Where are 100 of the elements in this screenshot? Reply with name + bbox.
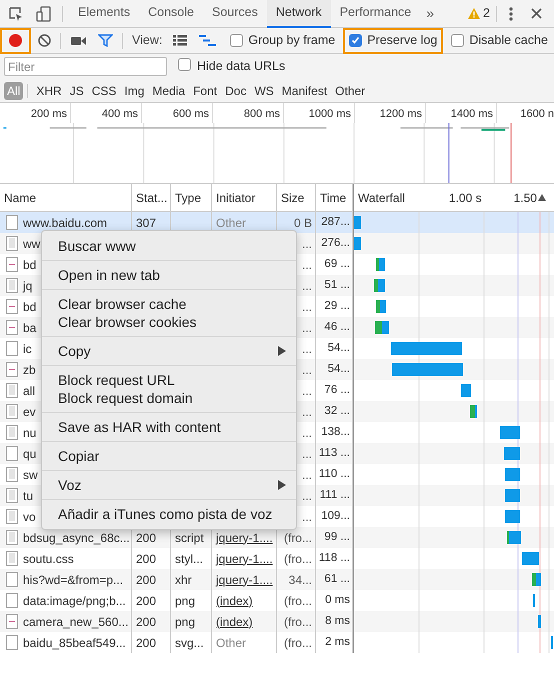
status-code: 200 — [136, 530, 156, 546]
status-code: 200 — [136, 592, 156, 610]
request-row[interactable]: bdsug_async_68c... 200 script jquery-1.... (fro... 99 ... — [0, 527, 353, 548]
clear-icon[interactable] — [38, 34, 51, 47]
more-tabs-button[interactable]: » — [420, 3, 440, 24]
time-value: 76 ... — [324, 382, 350, 398]
type-filter[interactable]: Other — [332, 82, 368, 100]
type-filter[interactable]: WS — [251, 82, 277, 100]
request-name: www.baidu.com — [23, 214, 108, 232]
request-name: camera_new_560... — [23, 614, 128, 630]
type-filter[interactable]: Media — [149, 82, 188, 100]
menu-item[interactable]: Block request URL — [42, 371, 296, 389]
request-name: nu — [23, 424, 36, 442]
request-name: his?wd=&from=p... — [23, 572, 124, 588]
menu-item[interactable]: Añadir a iTunes como pista de voz — [42, 505, 296, 523]
time-value: 2 ms — [325, 634, 350, 650]
menu-item[interactable]: Open in new tab — [42, 266, 296, 284]
menu-item[interactable]: Block request domain — [42, 389, 296, 407]
time-value: 110 ... — [318, 466, 350, 482]
type-filter[interactable]: Doc — [222, 82, 250, 100]
column-header[interactable]: Time — [316, 184, 353, 211]
menu-item[interactable]: Clear browser cache — [42, 295, 296, 313]
size-value: ... — [302, 488, 312, 504]
checkbox[interactable] — [349, 34, 362, 47]
column-header[interactable]: Size — [277, 184, 316, 211]
column-header[interactable]: Type — [171, 184, 212, 211]
type-filter[interactable]: Img — [121, 82, 148, 100]
list-view-icon[interactable] — [173, 35, 188, 46]
time-value: 0 ms — [325, 592, 350, 608]
request-name: sw — [23, 466, 38, 484]
initiator-link[interactable]: (index) — [216, 612, 253, 630]
menu-item[interactable]: Voz — [42, 476, 296, 494]
type-filter[interactable]: Font — [190, 82, 220, 100]
size-value: ... — [302, 320, 312, 336]
size-value: ... — [302, 446, 312, 462]
document-icon — [6, 488, 18, 503]
panel-tab[interactable]: Elements — [69, 0, 140, 28]
request-row[interactable]: his?wd=&from=p... 200 xhr jquery-1.... 34... 61 ... — [0, 569, 353, 590]
menu-item[interactable]: Clear browser cookies — [42, 313, 296, 331]
file-icon — [6, 446, 18, 461]
time-value: 109... — [321, 508, 350, 524]
inspect-element-icon[interactable] — [8, 6, 24, 22]
size-value: 0 B — [294, 214, 312, 232]
request-row[interactable]: www.baidu.com 307 Other 0 B 287... — [0, 212, 353, 233]
panel-tab[interactable]: Sources — [202, 0, 267, 28]
menu-item[interactable]: Copy — [42, 342, 296, 360]
sort-ascending-icon[interactable] — [538, 194, 546, 201]
checkbox[interactable] — [230, 34, 244, 47]
column-header[interactable]: Waterfall — [358, 188, 405, 206]
panel-tab[interactable]: Performance — [330, 0, 420, 28]
initiator-link[interactable]: jquery-1.... — [216, 570, 273, 588]
size-value: ... — [302, 382, 312, 400]
menu-item[interactable]: Buscar www — [42, 237, 296, 255]
filter-icon[interactable] — [98, 34, 113, 47]
type-filter[interactable]: CSS — [88, 82, 120, 100]
video-camera-icon[interactable] — [71, 36, 86, 46]
size-value: (fro... — [284, 614, 312, 630]
request-name: vo — [23, 508, 36, 526]
device-toolbar-icon[interactable] — [36, 6, 52, 22]
request-name: qu — [23, 446, 36, 462]
initiator-link[interactable]: jquery-1.... — [216, 528, 273, 546]
size-value: ... — [302, 256, 312, 274]
waterfall-view-icon[interactable] — [199, 35, 216, 46]
time-value: 99 ... — [324, 530, 350, 545]
type-filter[interactable]: Manifest — [278, 82, 330, 100]
initiator-link[interactable]: (index) — [216, 592, 253, 610]
size-value: (fro... — [284, 634, 312, 652]
column-header[interactable]: Stat... — [132, 184, 171, 211]
resource-type: svg... — [175, 634, 204, 652]
filter-input[interactable]: Filter — [4, 57, 167, 76]
column-header[interactable]: Name — [0, 184, 132, 211]
more-options-icon[interactable] — [509, 6, 513, 20]
menu-item[interactable]: Copiar — [42, 447, 296, 465]
waterfall-tick-label: 1.50 — [514, 190, 537, 206]
request-row[interactable]: camera_new_560... 200 png (index) (fro... 8 ms — [0, 611, 353, 632]
document-icon — [6, 509, 18, 524]
request-name: data:image/png;b... — [23, 592, 126, 610]
document-icon — [6, 383, 18, 398]
size-value: ... — [302, 236, 312, 252]
request-name: jq — [23, 278, 32, 294]
panel-tab[interactable]: Console — [139, 0, 203, 28]
timeline-tick-label: 400 ms — [71, 103, 142, 123]
initiator-link[interactable]: jquery-1.... — [216, 550, 273, 568]
checkbox-label: Hide data URLs — [197, 58, 286, 76]
column-header[interactable]: Initiator — [212, 184, 277, 211]
type-filter[interactable]: JS — [66, 82, 87, 100]
close-icon[interactable] — [531, 8, 542, 19]
time-value: 32 ... — [324, 404, 350, 419]
time-value: 111 ... — [320, 488, 350, 503]
checkmark-icon — [351, 36, 360, 45]
type-filter[interactable]: XHR — [33, 82, 65, 100]
time-value: 138... — [321, 424, 350, 440]
checkbox[interactable] — [178, 58, 191, 70]
image-file-icon — [6, 299, 18, 314]
time-value: 29 ... — [324, 298, 350, 314]
panel-tab[interactable]: Network — [266, 0, 331, 28]
menu-item[interactable]: Save as HAR with content — [42, 418, 296, 436]
checkbox[interactable] — [451, 34, 464, 47]
file-icon — [6, 215, 18, 230]
timeline-tick-label: 1000 ms — [284, 103, 355, 123]
